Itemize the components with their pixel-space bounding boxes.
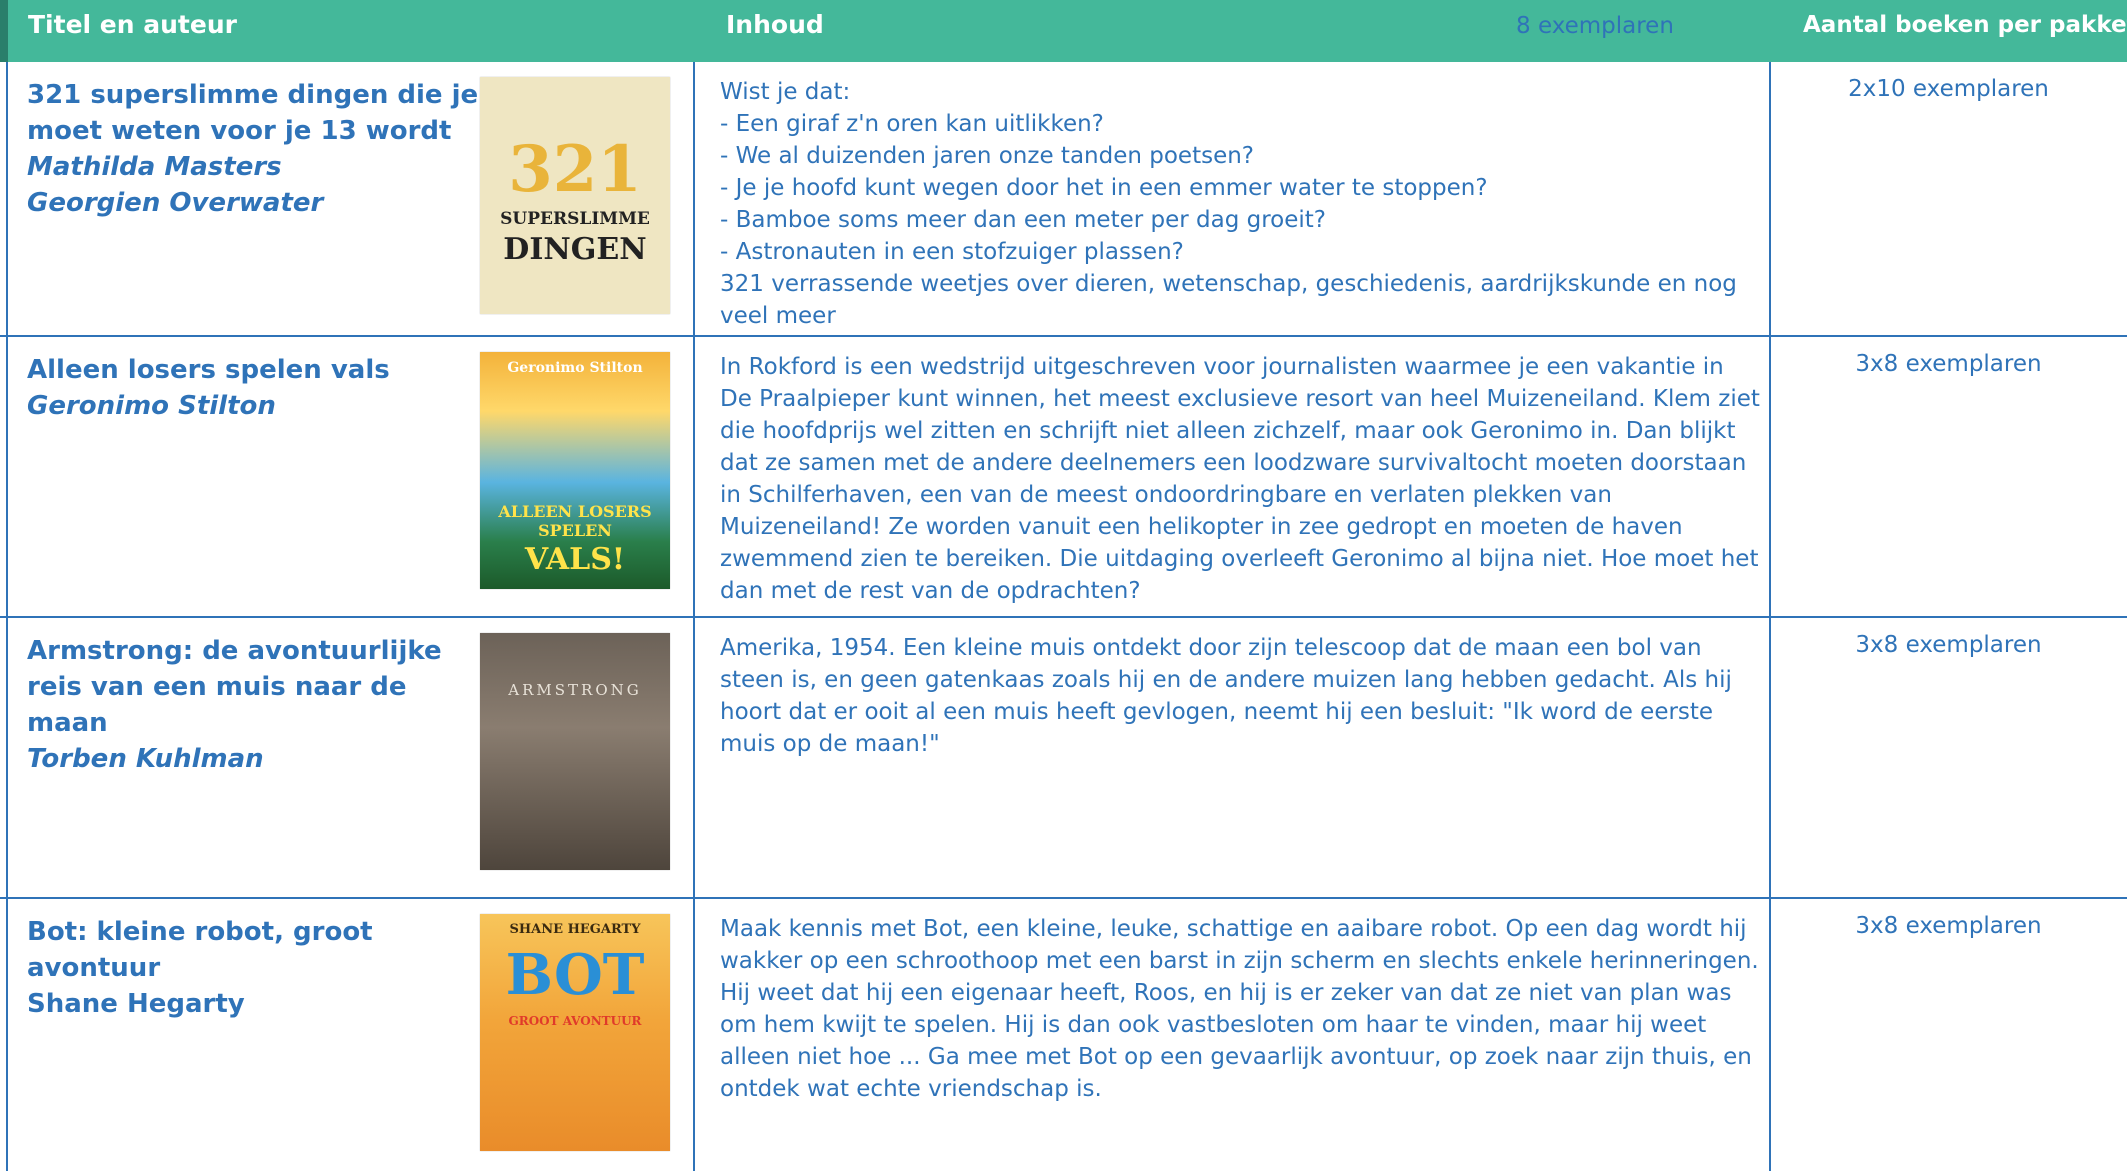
book-title[interactable]: Bot: kleine robot, groot avontuur <box>27 914 497 986</box>
header-title-author: Titel en auteur <box>28 10 237 39</box>
package-count: 3x8 exemplaren <box>1855 632 2042 658</box>
package-count: 3x8 exemplaren <box>1855 351 2042 377</box>
description-line: - We al duizenden jaren onze tanden poet… <box>720 143 1255 169</box>
description-line: Maak kennis met Bot, een kleine, leuke, … <box>720 916 1759 1102</box>
book-author: Mathilda Masters <box>27 152 282 182</box>
cover-subtitle: ALLEEN LOSERS SPELEN <box>498 502 652 540</box>
book-description: Amerika, 1954. Een kleine muis ontdekt d… <box>720 632 1760 760</box>
cover-word: DINGEN <box>503 232 647 267</box>
book-title[interactable]: 321 superslimme dingen die je moet weten… <box>27 77 487 149</box>
description-line: - Astronauten in een stofzuiger plassen? <box>720 239 1184 265</box>
description-line: - Je je hoofd kunt wegen door het in een… <box>720 175 1488 201</box>
table-header: Titel en auteur Inhoud 8 exemplaren Aant… <box>0 0 2127 62</box>
table-row: 321 superslimme dingen die je moet weten… <box>0 62 2127 337</box>
book-title-author: Alleen losers spelen vals Geronimo Stilt… <box>27 352 487 424</box>
book-author: Geronimo Stilton <box>27 391 276 421</box>
table-row: Alleen losers spelen vals Geronimo Stilt… <box>0 337 2127 618</box>
book-title[interactable]: Alleen losers spelen vals <box>27 352 487 388</box>
book-cover[interactable]: ARMSTRONG <box>480 633 670 870</box>
book-title[interactable]: Armstrong: de avontuurlijke reis van een… <box>27 633 487 741</box>
book-author: Shane Hegarty <box>27 989 245 1019</box>
description-line: - Een giraf z'n oren kan uitlikken? <box>720 111 1104 137</box>
cover-title: ARMSTRONG <box>508 681 642 699</box>
description-line: 321 verrassende weetjes over dieren, wet… <box>720 271 1737 329</box>
description-line: Wist je dat: <box>720 79 851 105</box>
book-description: In Rokford is een wedstrijd uitgeschreve… <box>720 351 1760 607</box>
book-title-author: Bot: kleine robot, groot avontuur Shane … <box>27 914 497 1022</box>
package-count: 2x10 exemplaren <box>1848 76 2049 102</box>
book-table: 321 superslimme dingen die je moet weten… <box>0 62 2127 1171</box>
cover-subtitle: GROOT AVONTUUR <box>508 1014 642 1028</box>
cover-author: Geronimo Stilton <box>507 360 643 376</box>
cover-word: BOT <box>505 942 645 1008</box>
table-row: Bot: kleine robot, groot avontuur Shane … <box>0 899 2127 1171</box>
table-row: Armstrong: de avontuurlijke reis van een… <box>0 618 2127 899</box>
header-content: Inhoud <box>726 10 824 39</box>
book-title-author: Armstrong: de avontuurlijke reis van een… <box>27 633 487 777</box>
cover-subtitle: SUPERSLIMME <box>500 209 650 229</box>
book-author: Georgien Overwater <box>27 188 324 218</box>
description-line: In Rokford is een wedstrijd uitgeschreve… <box>720 354 1760 604</box>
book-cover[interactable]: Geronimo Stilton ALLEEN LOSERS SPELEN VA… <box>480 352 670 589</box>
book-cover[interactable]: 321 SUPERSLIMME DINGEN <box>480 77 670 314</box>
book-cover[interactable]: SHANE HEGARTY BOT GROOT AVONTUUR <box>480 914 670 1151</box>
book-description: Maak kennis met Bot, een kleine, leuke, … <box>720 913 1760 1105</box>
package-count: 3x8 exemplaren <box>1855 913 2042 939</box>
cover-author: SHANE HEGARTY <box>509 922 641 937</box>
book-author: Torben Kuhlman <box>27 744 264 774</box>
description-line: - Bamboe soms meer dan een meter per dag… <box>720 207 1327 233</box>
cover-number: 321 <box>508 132 642 207</box>
book-title-author: 321 superslimme dingen die je moet weten… <box>27 77 487 221</box>
header-per-package: Aantal boeken per pakket <box>1803 12 2127 38</box>
cover-word: VALS! <box>524 542 626 577</box>
description-line: Amerika, 1954. Een kleine muis ontdekt d… <box>720 635 1732 757</box>
header-copies-note: 8 exemplaren <box>1516 13 1674 39</box>
book-description: Wist je dat: - Een giraf z'n oren kan ui… <box>720 76 1760 332</box>
